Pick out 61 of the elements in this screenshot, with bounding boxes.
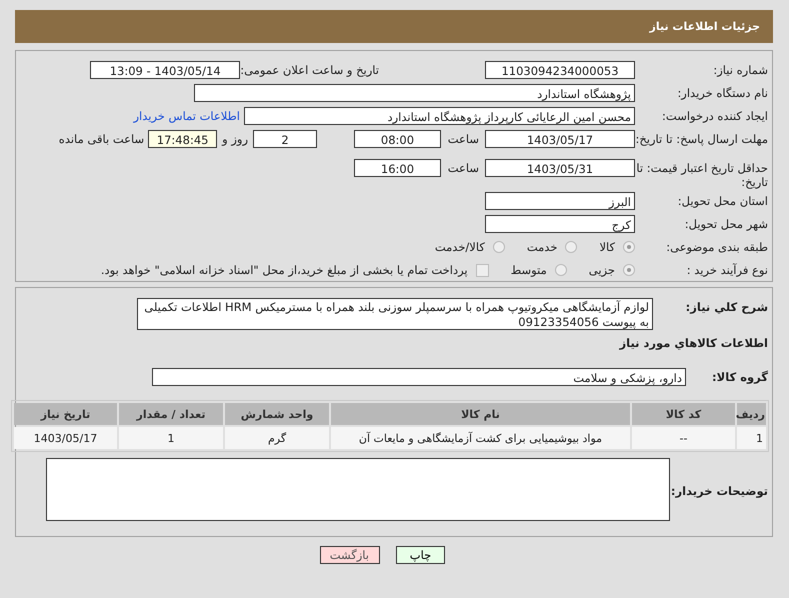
column-header: کد کالا xyxy=(632,403,735,425)
announce-date-field[interactable]: 1403/05/14 - 13:09 xyxy=(90,61,240,79)
time-label: ساعت xyxy=(446,131,479,146)
table-cell: -- xyxy=(632,427,735,449)
field-label: شهر محل تحویل: xyxy=(684,216,768,231)
column-header: واحد شمارش xyxy=(225,403,329,425)
print-button[interactable]: چاپ xyxy=(396,546,445,564)
contact-link[interactable]: اطلاعات تماس خریدار xyxy=(133,107,240,123)
column-header: تعداد / مقدار xyxy=(119,403,223,425)
radio-button[interactable] xyxy=(565,241,578,253)
field-label: تاریخ و ساعت اعلان عمومی: xyxy=(240,62,379,77)
section-heading: اطلاعات کالاهاي مورد نياز xyxy=(618,336,769,350)
checkbox[interactable] xyxy=(476,264,489,276)
province-field[interactable]: البرز xyxy=(485,192,635,210)
field-label: ایجاد کننده درخواست: xyxy=(661,108,768,123)
field-label: مهلت ارسال پاسخ: تا تاریخ: xyxy=(635,131,768,146)
field-label: توضیحات خریدار: xyxy=(670,482,768,498)
column-header: نام کالا xyxy=(331,403,630,425)
deadline-date-field[interactable]: 1403/05/17 xyxy=(485,130,635,148)
radio-button[interactable] xyxy=(623,264,635,276)
table-cell: مواد بیوشیمیایی برای کشت آزمایشگاهی و مایعات آن xyxy=(331,427,630,449)
page-title: جزئیات اطلاعات نیاز xyxy=(650,20,760,33)
description-field[interactable]: لوازم آزمایشگاهی میکروتیوپ همراه با سرسمپلر سوزنی بلند همراه با مسترمیکس HRM اطلاعات تکمیلی به پیوست 09123354056 xyxy=(137,298,653,330)
goods-group-field[interactable]: دارو، پزشکی و سلامت xyxy=(152,368,686,386)
radio-label: خدمت xyxy=(526,240,558,254)
radio-label: متوسط xyxy=(510,263,547,277)
buyer-org-field[interactable]: پژوهشگاه استاندارد xyxy=(194,84,635,102)
remaining-label: ساعت باقی مانده xyxy=(58,131,144,146)
back-button[interactable]: بازگشت xyxy=(320,546,380,564)
deadline-time-field[interactable]: 08:00 xyxy=(354,130,441,148)
remaining-time-field: 17:48:45 xyxy=(148,130,218,148)
table-cell: 1 xyxy=(119,427,223,449)
field-label: استان محل تحویل: xyxy=(676,193,768,208)
column-header: ردیف xyxy=(737,403,766,425)
validity-date-field[interactable]: 1403/05/31 xyxy=(485,159,635,177)
table-cell: 1 xyxy=(737,427,766,449)
field-label: گروه کالا: xyxy=(711,369,768,384)
days-label: روز و xyxy=(222,131,248,146)
radio-label: جزیی xyxy=(588,263,615,277)
radio-button[interactable] xyxy=(554,264,567,276)
field-label: حداقل تاریخ اعتبار قیمت: تا تاریخ: xyxy=(635,160,768,189)
days-field[interactable]: 2 xyxy=(253,130,317,148)
radio-button[interactable] xyxy=(623,241,635,253)
field-label: شرح کلي نياز: xyxy=(684,299,768,314)
field-label: نوع فرآیند خرید : xyxy=(686,262,768,277)
column-header: تاریخ نیاز xyxy=(14,403,117,425)
buyer-notes-field[interactable] xyxy=(46,458,670,521)
time-label: ساعت xyxy=(446,160,479,175)
treasury-note: پرداخت تمام یا بخشی از مبلغ خرید،از محل "اسناد خزانه اسلامی" خواهد بود. xyxy=(100,263,468,277)
need-number-field[interactable]: 1103094234000053 xyxy=(485,61,635,79)
field-label: نام دستگاه خریدار: xyxy=(676,85,768,100)
field-label: طبقه بندی موضوعی: xyxy=(665,239,768,254)
field-label: شماره نیاز: xyxy=(712,62,768,77)
radio-label: کالا/خدمت xyxy=(434,240,485,254)
radio-label: کالا xyxy=(599,240,615,254)
table-cell: 1403/05/17 xyxy=(14,427,117,449)
requester-field[interactable]: محسن امین الرعایائی کارپرداز پژوهشگاه استاندارد xyxy=(244,107,635,125)
radio-button[interactable] xyxy=(492,241,505,253)
city-field[interactable]: کرج xyxy=(485,215,635,233)
validity-time-field[interactable]: 16:00 xyxy=(354,159,441,177)
table-cell: گرم xyxy=(225,427,329,449)
